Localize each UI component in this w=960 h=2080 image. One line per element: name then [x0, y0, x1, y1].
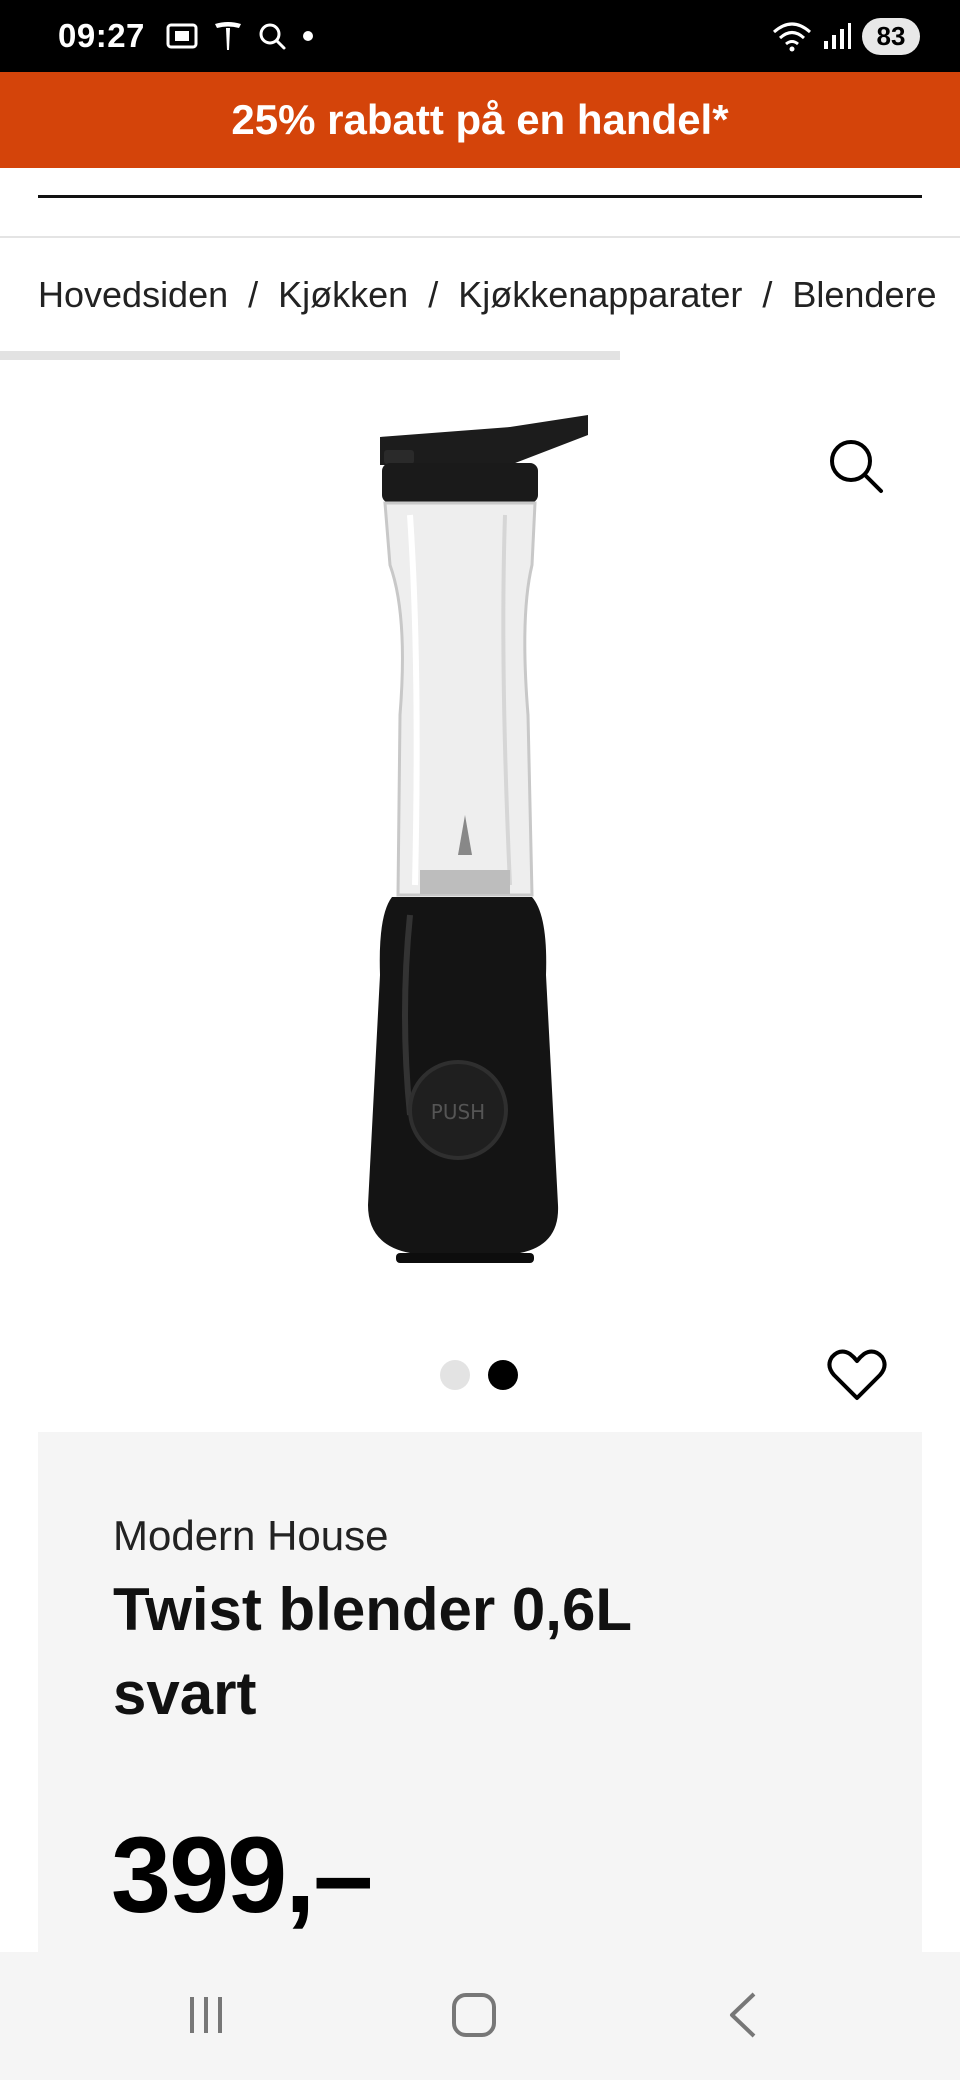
breadcrumb-kitchen[interactable]: Kjøkken: [278, 274, 408, 316]
status-time: 09:27: [58, 17, 145, 54]
product-info-card: Modern House Twist blender 0,6L svart 39…: [38, 1432, 922, 1952]
recents-icon: [190, 1997, 222, 2033]
home-icon: [452, 1993, 496, 2037]
back-icon: [730, 1992, 756, 2038]
status-right: 83: [772, 17, 920, 55]
product-brand[interactable]: Modern House: [113, 1512, 388, 1560]
tesla-icon: [214, 22, 241, 50]
heart-icon: [827, 1349, 887, 1400]
back-button[interactable]: [704, 1982, 784, 2048]
breadcrumb-blenders[interactable]: Blendere: [792, 274, 936, 316]
gallery-pagination: [440, 1360, 518, 1390]
header-divider: [38, 195, 922, 198]
breadcrumb-home[interactable]: Hovedsiden: [38, 274, 228, 316]
favorite-button[interactable]: [826, 1346, 888, 1404]
gallery-dot-2-active[interactable]: [488, 1360, 518, 1390]
breadcrumb-separator: /: [248, 274, 259, 315]
zoom-button[interactable]: [826, 436, 886, 496]
status-bar: 09:27 83: [0, 0, 960, 72]
breadcrumb-kitchen-appliances[interactable]: Kjøkkenapparater: [458, 274, 742, 316]
blender-push-label: PUSH: [431, 1100, 485, 1124]
battery-level: 83: [862, 17, 920, 55]
breadcrumb-separator: /: [762, 274, 773, 315]
recents-button[interactable]: [166, 1982, 246, 2048]
signal-icon: [824, 23, 851, 49]
header-separator: [0, 236, 960, 238]
screenshot-icon: [166, 23, 198, 49]
wifi-icon: [773, 22, 811, 52]
search-icon: [259, 23, 286, 50]
dot-icon: [302, 31, 313, 41]
promo-banner[interactable]: 25% rabatt på en handel*: [0, 72, 960, 168]
magnifier-icon: [830, 440, 883, 493]
breadcrumb-scrollbar[interactable]: [0, 351, 620, 360]
page: 09:27 83 25% rabatt på en handel* Hoveds…: [0, 0, 960, 2080]
breadcrumb: Hovedsiden / Kjøkken / Kjøkkenapparater …: [38, 270, 936, 320]
product-title: Twist blender 0,6L svart: [113, 1576, 631, 1727]
home-button[interactable]: [434, 1982, 514, 2048]
product-price: 399,–: [111, 1814, 373, 1935]
product-image[interactable]: PUSH: [300, 415, 620, 1275]
status-notification-icons: [165, 20, 315, 52]
breadcrumb-separator: /: [428, 274, 439, 315]
gallery-dot-1[interactable]: [440, 1360, 470, 1390]
system-nav-bar: [0, 1952, 960, 2080]
